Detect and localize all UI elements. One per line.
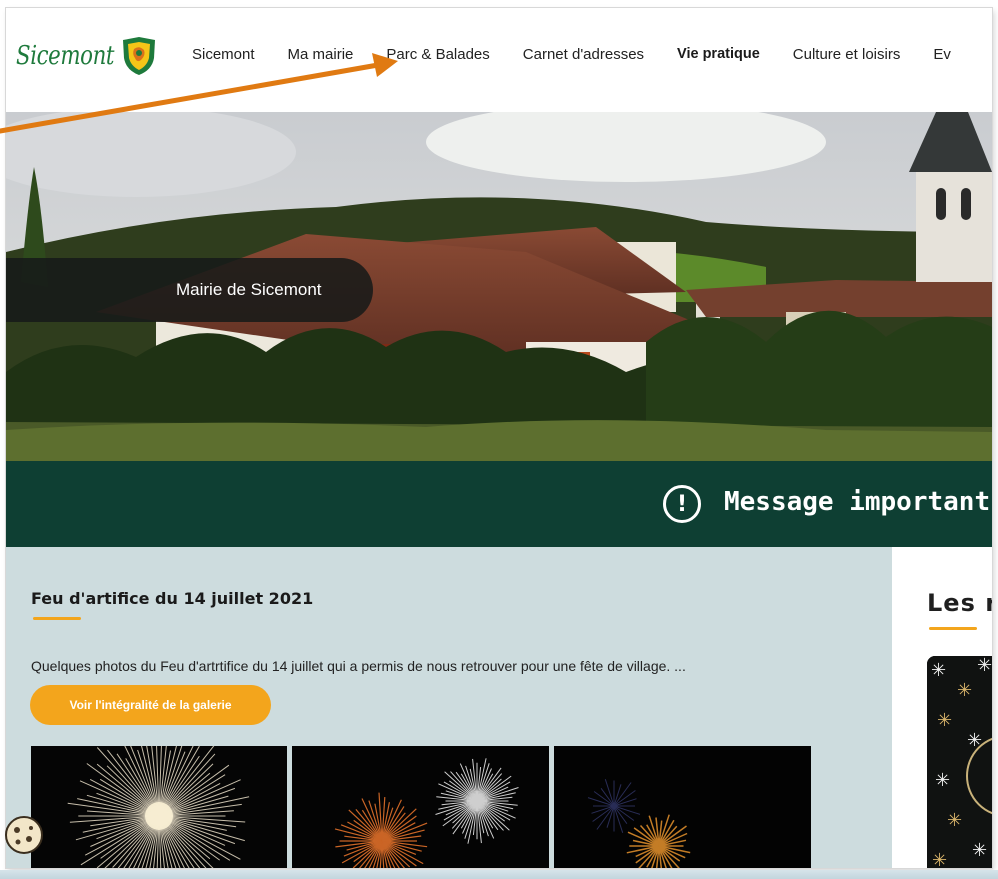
svg-text:✳: ✳ [957, 680, 972, 701]
nav-item-ma-mairie[interactable]: Ma mairie [288, 46, 354, 63]
snowflake-pattern-image: ✳✳✳✳✳✳✳✳✳ [927, 656, 992, 868]
exclamation-circle-icon: ! [663, 485, 701, 523]
site-logo[interactable]: Sicemont [16, 36, 158, 76]
firework-photo-3 [554, 746, 811, 868]
cookie-settings-icon[interactable] [4, 815, 44, 855]
nav-item-carnet-adresses[interactable]: Carnet d'adresses [523, 46, 644, 63]
nav-item-culture-loisirs[interactable]: Culture et loisirs [793, 46, 901, 63]
svg-text:✳: ✳ [947, 810, 962, 831]
svg-text:✳: ✳ [937, 710, 952, 731]
important-message-banner[interactable]: ! Message important [6, 461, 992, 547]
sidebar-thumbnail[interactable]: ✳ ✳ ✳ ✳ ✳ ✳ ✳ ✳ ✳ [927, 656, 992, 868]
svg-text:✳: ✳ [935, 770, 950, 791]
sidebar-title: Les r [927, 589, 992, 617]
nav-item-ev[interactable]: Ev [933, 46, 951, 63]
sidebar-section: Les r ✳ ✳ ✳ ✳ ✳ ✳ ✳ ✳ ✳ [892, 547, 992, 868]
gallery-thumbnail-3[interactable] [554, 746, 811, 868]
main-navigation: Sicemont Ma mairie Parc & Balades Carnet… [192, 46, 984, 63]
hero-caption: Mairie de Sicemont [6, 258, 373, 322]
nav-item-vie-pratique[interactable]: Vie pratique [677, 46, 760, 63]
nav-item-sicemont[interactable]: Sicemont [192, 46, 255, 63]
article-title[interactable]: Feu d'artifice du 14 juillet 2021 [31, 589, 313, 608]
nav-item-parc-balades[interactable]: Parc & Balades [386, 46, 489, 63]
article-excerpt: Quelques photos du Feu d'artrtifice du 1… [31, 658, 686, 674]
gallery-thumbnail-2[interactable] [292, 746, 549, 868]
svg-text:✳: ✳ [972, 840, 987, 861]
logo-text: Sicemont [16, 41, 115, 71]
firework-photo-1 [31, 746, 287, 868]
page-bottom-strip [0, 870, 998, 879]
site-header: Sicemont Sicemont Ma mairie Parc & Balad… [6, 8, 992, 112]
firework-photo-2 [292, 746, 549, 868]
svg-text:✳: ✳ [932, 850, 947, 868]
view-gallery-button[interactable]: Voir l'intégralité de la galerie [30, 685, 271, 725]
sidebar-title-underline [929, 627, 977, 630]
news-card: Feu d'artifice du 14 juillet 2021 Quelqu… [6, 547, 892, 868]
svg-text:✳: ✳ [977, 656, 992, 676]
svg-text:✳: ✳ [931, 660, 946, 681]
browser-viewport: Sicemont Sicemont Ma mairie Parc & Balad… [6, 8, 992, 868]
gallery-thumbnail-1[interactable] [31, 746, 287, 868]
shield-icon [122, 37, 155, 75]
title-underline [33, 617, 81, 620]
hero-banner: Mairie de Sicemont [6, 112, 992, 461]
important-message-text: Message important [724, 487, 991, 517]
